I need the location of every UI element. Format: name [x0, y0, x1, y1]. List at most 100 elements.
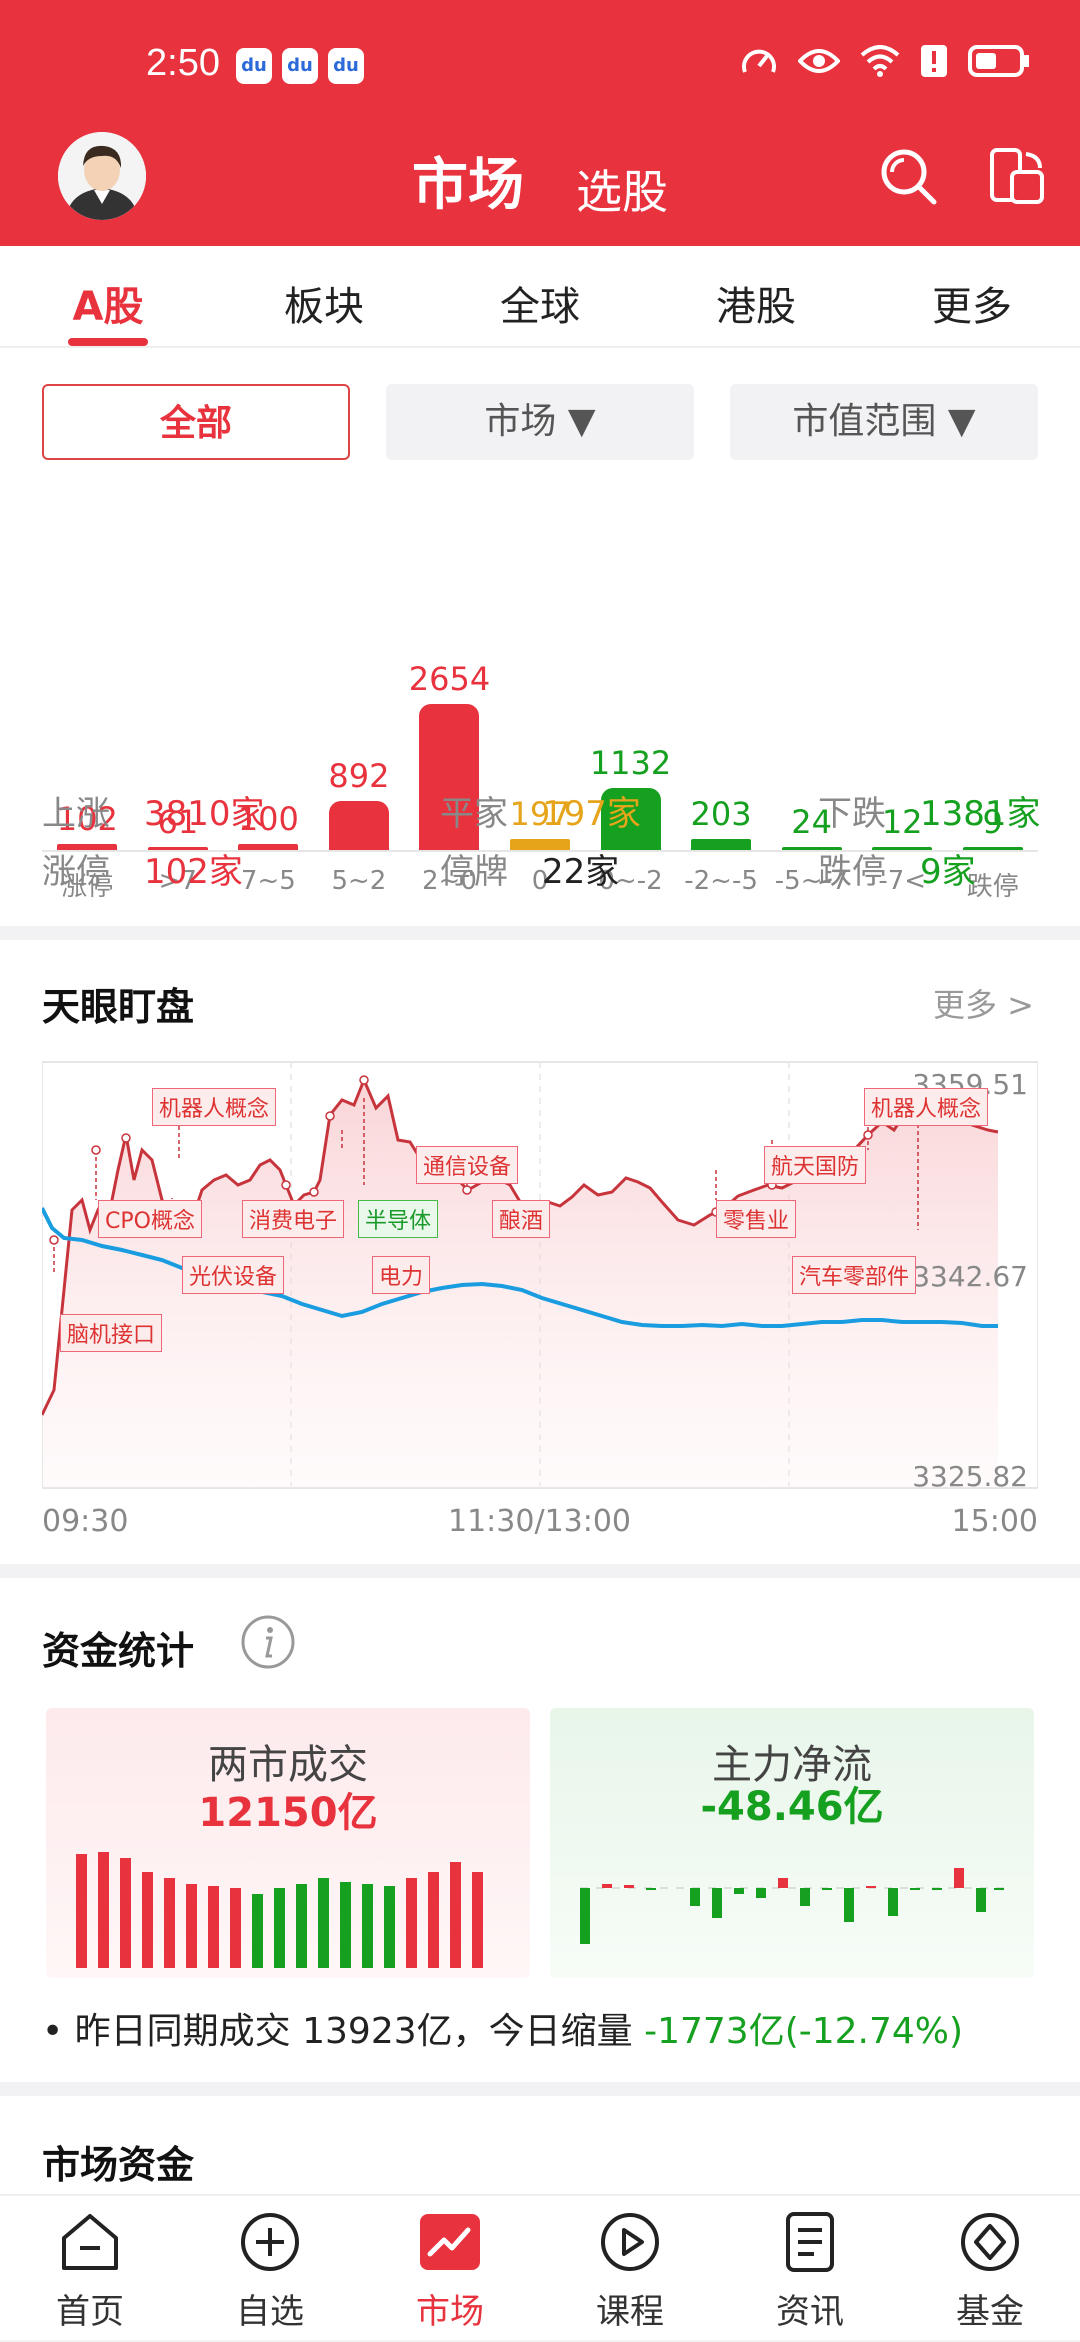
limit-down-label: 跌停 [818, 852, 886, 892]
market-funds-card: 市场资金 [0, 2096, 1080, 2196]
tab-indicator [68, 338, 148, 346]
event-tag[interactable]: 机器人概念 [864, 1088, 989, 1126]
home-icon [62, 2214, 118, 2270]
bottom-nav: 首页 自选 市场 课程 资讯 基金 [0, 2194, 1080, 2340]
nav-home[interactable]: 首页 [0, 2196, 180, 2342]
event-tag[interactable]: 汽车零部件 [792, 1256, 917, 1294]
device-switch-icon[interactable] [986, 146, 1048, 208]
bar-value: 892 [328, 757, 390, 795]
event-tag[interactable]: 航天国防 [764, 1146, 867, 1184]
distribution-card: 全部 市场 ▼ 市值范围 ▼ 102 涨停 61 >7 100 7~5 892 5~2 2654… [0, 348, 1080, 926]
up-count: 3810家 [144, 794, 265, 834]
bar-value: 203 [690, 795, 752, 833]
event-tag[interactable]: 电力 [372, 1256, 431, 1294]
user-avatar-icon [58, 132, 146, 220]
fund-diamond-icon [961, 2213, 1019, 2271]
wifi-icon [860, 45, 900, 77]
main-flow-value: -48.46亿 [700, 1784, 884, 1830]
event-tag[interactable]: 酿酒 [492, 1200, 551, 1238]
nav-watchlist-label: 自选 [236, 2292, 304, 2332]
summary-change: -1773亿(-12.74%) [644, 2011, 964, 2052]
distribution-bar[interactable] [691, 839, 752, 850]
tianyan-card: 天眼盯盘 更多 > 3359.51 3342.67 3325.82 机器人概念 … [0, 940, 1080, 1564]
eye-icon [798, 49, 840, 73]
tab-global[interactable]: 全球 [460, 274, 620, 332]
event-tag[interactable]: 脑机接口 [60, 1314, 163, 1352]
limit-down-count: 9家 [920, 852, 976, 892]
y-low-label: 3325.82 [912, 1460, 1028, 1493]
baidu-icon: du [328, 48, 364, 84]
time-end-label: 15:00 [951, 1504, 1038, 1539]
turnover-bars [76, 1852, 483, 1968]
event-tag[interactable]: CPO概念 [98, 1200, 202, 1238]
page-title[interactable]: 市场 [412, 140, 524, 221]
info-icon[interactable] [240, 1614, 296, 1670]
event-tag[interactable]: 半导体 [358, 1200, 439, 1238]
battery-icon [968, 45, 1029, 77]
status-time: 2:50 [146, 42, 220, 84]
intraday-chart[interactable]: 3359.51 3342.67 3325.82 机器人概念 CPO概念 光伏设备… [40, 1060, 1039, 1493]
nav-home-label: 首页 [56, 2292, 124, 2332]
nav-watchlist[interactable]: 自选 [180, 2196, 360, 2342]
filter-market-dropdown[interactable]: 市场 ▼ [386, 384, 694, 460]
nav-courses[interactable]: 课程 [540, 2196, 720, 2342]
down-count: 1381家 [920, 794, 1041, 834]
main-flow-bars [580, 1868, 1004, 1944]
nav-funds[interactable]: 基金 [900, 2196, 1080, 2342]
baidu-icon: du [236, 48, 272, 84]
baidu-icon: du [282, 48, 318, 84]
nav-courses-label: 课程 [596, 2292, 664, 2332]
nav-market[interactable]: 市场 [360, 2196, 540, 2342]
down-label: 下跌 [818, 794, 886, 834]
add-circle-icon [241, 2213, 299, 2271]
search-icon[interactable] [878, 146, 940, 208]
tab-a-shares[interactable]: A股 [28, 274, 188, 332]
alert-icon [921, 45, 947, 77]
event-tag[interactable]: 消费电子 [242, 1200, 345, 1238]
funds-card: 资金统计 两市成交 12150亿 主力净流 -48.46亿 • 昨日同期成交 1… [0, 1578, 1080, 2082]
y-mid-label: 3342.67 [912, 1260, 1028, 1293]
event-tag[interactable]: 机器人概念 [152, 1088, 277, 1126]
event-tag[interactable]: 通信设备 [416, 1146, 519, 1184]
summary-text: • 昨日同期成交 13923亿，今日缩量 [42, 2011, 645, 2052]
nav-news-label: 资讯 [776, 2292, 844, 2332]
halt-label: 停牌 [440, 852, 508, 892]
bar-label: -2~-5 [684, 866, 758, 896]
limit-up-count: 102家 [144, 852, 243, 892]
turnover-value: 12150亿 [198, 1790, 378, 1836]
tianyan-more-link[interactable]: 更多 > [933, 980, 1034, 1026]
limit-up-label: 涨停 [42, 852, 110, 892]
halt-count: 22家 [542, 852, 620, 892]
event-tag[interactable]: 光伏设备 [182, 1256, 285, 1294]
volume-summary: • 昨日同期成交 13923亿，今日缩量 -1773亿(-12.74%) [42, 2002, 963, 2054]
turnover-panel[interactable]: 两市成交 12150亿 [46, 1708, 530, 1978]
distribution-bar[interactable] [238, 844, 299, 850]
up-label: 上涨 [42, 794, 110, 834]
document-icon [786, 2212, 834, 2272]
stock-picker-tab[interactable]: 选股 [576, 156, 668, 222]
filter-cap-dropdown[interactable]: 市值范围 ▼ [730, 384, 1038, 460]
nav-funds-label: 基金 [956, 2292, 1024, 2332]
bar-value: 2654 [408, 660, 491, 698]
avatar[interactable] [58, 132, 146, 220]
market-chart-icon [420, 2214, 480, 2270]
filter-all-button[interactable]: 全部 [42, 384, 350, 460]
tianyan-title: 天眼盯盘 [42, 985, 195, 1029]
main-flow-panel[interactable]: 主力净流 -48.46亿 [550, 1708, 1034, 1978]
funds-title: 资金统计 [42, 1629, 195, 1673]
tab-more[interactable]: 更多 [892, 274, 1052, 332]
market-funds-title: 市场资金 [42, 2143, 195, 2187]
status-icons [740, 44, 1030, 78]
nav-market-label: 市场 [416, 2292, 484, 2332]
nav-news[interactable]: 资讯 [720, 2196, 900, 2342]
bar-value: 1132 [589, 744, 672, 782]
play-circle-icon [601, 2213, 659, 2271]
tab-hk[interactable]: 港股 [676, 274, 836, 332]
time-mid-label: 11:30/13:00 [448, 1504, 632, 1539]
market-tabs: A股 板块 全球 港股 更多 [0, 246, 1080, 348]
event-tag[interactable]: 零售业 [716, 1200, 797, 1238]
flat-label: 平家 [440, 794, 508, 834]
tab-sectors[interactable]: 板块 [244, 274, 404, 332]
time-start-label: 09:30 [42, 1504, 129, 1539]
distribution-bar[interactable] [328, 801, 389, 850]
